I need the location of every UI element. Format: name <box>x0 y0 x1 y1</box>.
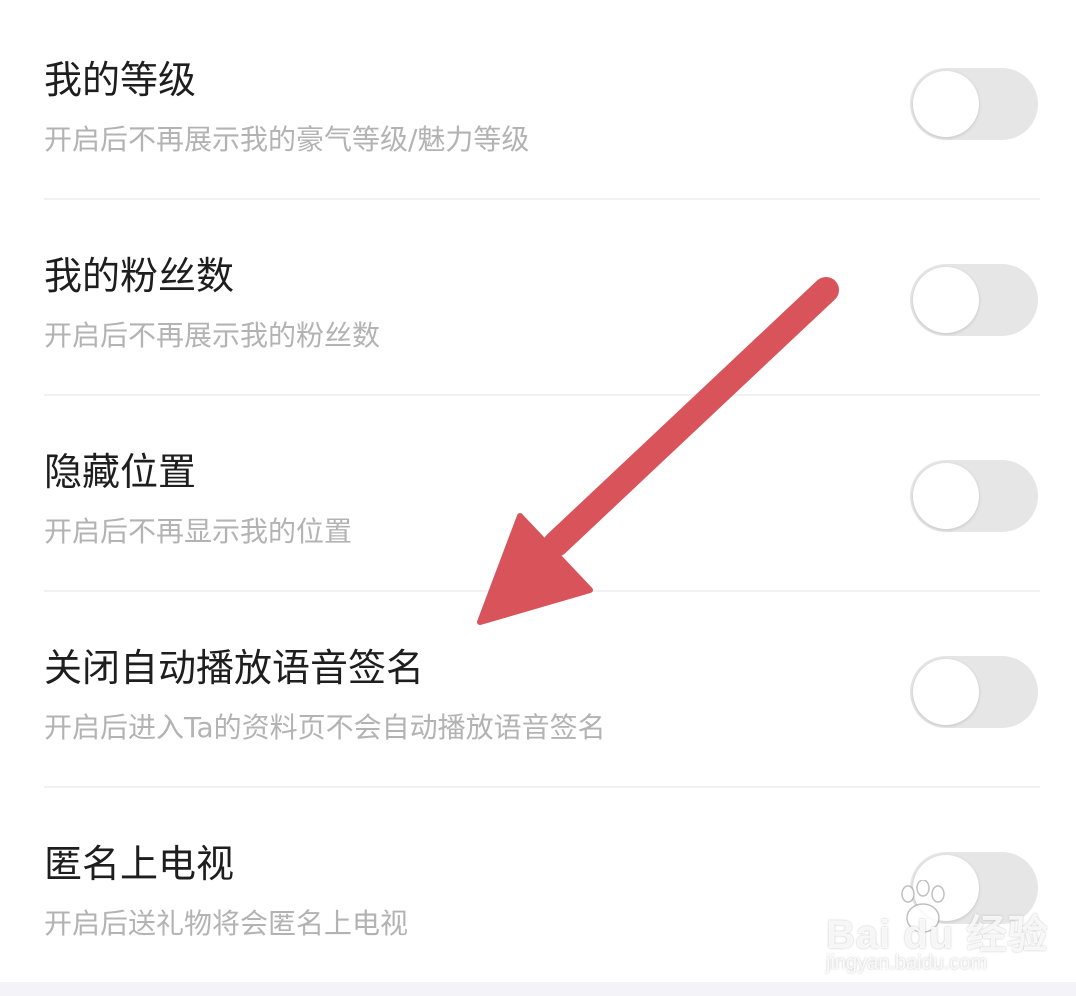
setting-row-voice-signature: 关闭自动播放语音签名 开启后进入Ta的资料页不会自动播放语音签名 <box>0 592 1076 788</box>
setting-row-fan-count: 我的粉丝数 开启后不再展示我的粉丝数 <box>0 200 1076 396</box>
watermark-url: jingyan.baidu.com <box>826 952 988 974</box>
voice-signature-autoplay-toggle[interactable] <box>910 656 1038 728</box>
setting-description: 开启后送礼物将会匿名上电视 <box>44 907 409 940</box>
toggle-knob <box>913 71 979 137</box>
baidu-jingyan-watermark: Bai du 经验 jingyan.baidu.com <box>826 880 1047 980</box>
setting-title: 我的等级 <box>44 58 197 102</box>
setting-row-my-level: 我的等级 开启后不再展示我的豪气等级/魅力等级 <box>0 4 1076 200</box>
my-level-toggle[interactable] <box>910 68 1038 140</box>
setting-description: 开启后不再展示我的粉丝数 <box>44 319 381 352</box>
toggle-knob <box>913 463 979 529</box>
setting-title: 关闭自动播放语音签名 <box>44 646 425 690</box>
setting-description: 开启后不再显示我的位置 <box>44 515 353 548</box>
hide-location-toggle[interactable] <box>910 460 1038 532</box>
setting-title: 隐藏位置 <box>44 450 197 494</box>
fan-count-toggle[interactable] <box>910 264 1038 336</box>
setting-title: 我的粉丝数 <box>44 254 235 298</box>
privacy-settings-panel: 我的等级 开启后不再展示我的豪气等级/魅力等级 我的粉丝数 开启后不再展示我的粉… <box>0 0 1076 982</box>
toggle-knob <box>913 659 979 725</box>
setting-description: 开启后进入Ta的资料页不会自动播放语音签名 <box>44 711 606 744</box>
setting-title: 匿名上电视 <box>44 842 235 886</box>
setting-row-hide-location: 隐藏位置 开启后不再显示我的位置 <box>0 396 1076 592</box>
setting-description: 开启后不再展示我的豪气等级/魅力等级 <box>44 123 530 156</box>
toggle-knob <box>913 267 979 333</box>
